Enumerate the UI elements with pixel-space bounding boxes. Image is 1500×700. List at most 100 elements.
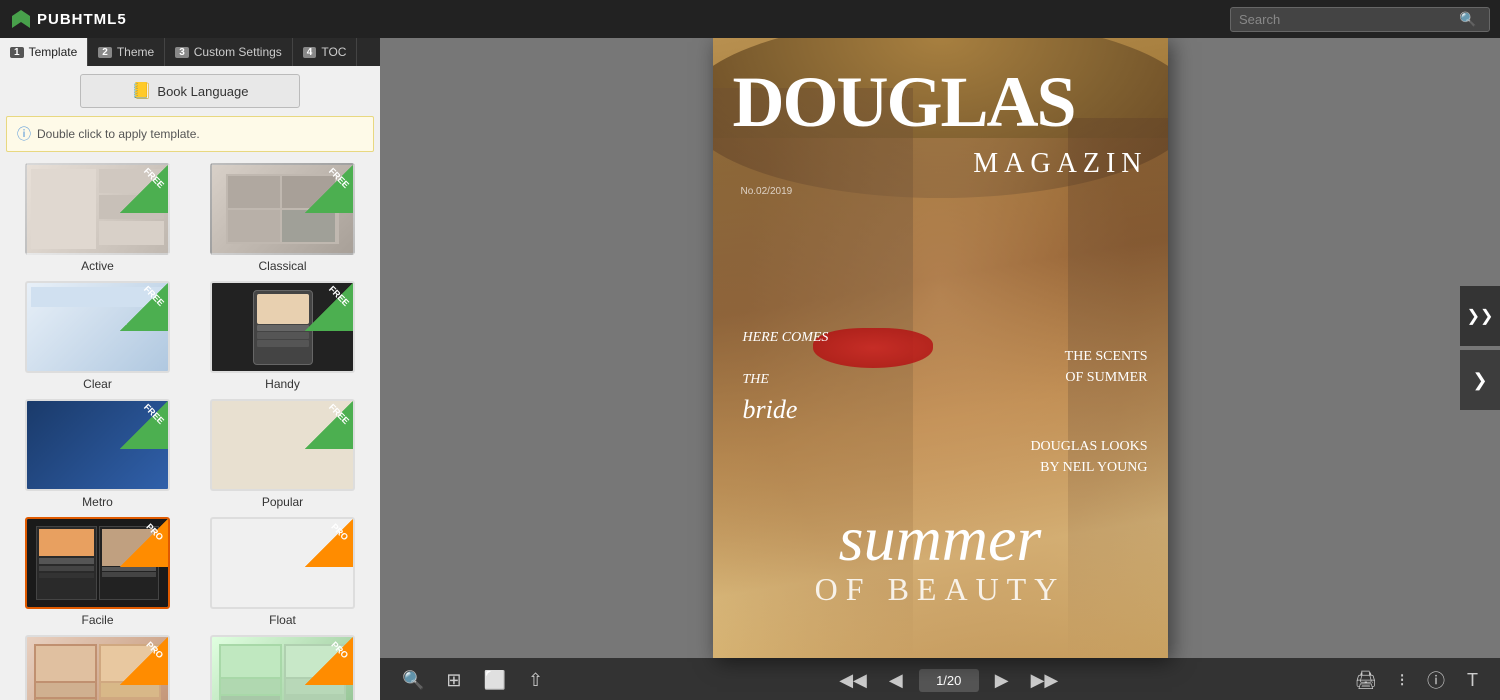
template-row2-left-thumb: PRO (25, 635, 170, 700)
badge-free-popular: FREE (305, 401, 353, 449)
template-handy-thumb: FREE (210, 281, 355, 373)
tab-3-label: Custom Settings (194, 45, 282, 59)
grid-icon: ⊞ (446, 670, 461, 691)
prev-page-button[interactable]: ◀ (883, 666, 909, 695)
logo-icon (10, 8, 32, 30)
first-page-button[interactable]: ◀◀ (833, 666, 873, 695)
main-layout: 1 Template 2 Theme 3 Custom Settings 4 T… (0, 38, 1500, 700)
topbar-left: PUBHTML5 (10, 8, 127, 30)
tab-template[interactable]: 1 Template (0, 38, 88, 66)
print-button[interactable]: 🖨 (1348, 666, 1383, 695)
template-facile-thumb: PRO (25, 517, 170, 609)
badge-free-handy: FREE (305, 283, 353, 331)
print-icon: 🖨 (1354, 670, 1377, 691)
template-classical-label: Classical (258, 259, 306, 273)
badge-free: FREE (120, 165, 168, 213)
side-nav: ❯❯ ❯ (1460, 286, 1500, 410)
fit-button[interactable]: ⬜ (478, 666, 512, 695)
info-bar: ⓘ Double click to apply template. (6, 116, 374, 152)
tab-bar: 1 Template 2 Theme 3 Custom Settings 4 T… (0, 38, 380, 66)
badge-pro-facile: PRO (120, 519, 168, 567)
template-active[interactable]: FREE Active (10, 163, 185, 273)
toolbar-left-group: 🔍 ⊞ ⬜ ⇧ (396, 666, 549, 695)
template-facile[interactable]: PRO Facile (10, 517, 185, 627)
tab-4-number: 4 (303, 47, 317, 58)
info-icon: ⓘ (17, 124, 31, 144)
cover-text1: HERE COMES THE bride (743, 328, 829, 428)
zoom-in-button[interactable]: 🔍 (396, 666, 430, 695)
search-icon[interactable]: 🔍 (1459, 11, 1476, 28)
badge-pro-row2r: PRO (305, 637, 353, 685)
template-clear-label: Clear (83, 377, 112, 391)
tab-toc[interactable]: 4 TOC (293, 38, 358, 66)
tab-2-number: 2 (98, 47, 112, 58)
badge-pro-float: PRO (305, 519, 353, 567)
toolbar-center-group: ◀◀ ◀ 1/20 ▶ ▶▶ (833, 666, 1064, 695)
cover-title-sub: MAGAZIN (973, 148, 1147, 180)
last-page-icon: ▶▶ (1031, 670, 1059, 691)
tab-theme[interactable]: 2 Theme (88, 38, 165, 66)
template-metro-thumb: FREE (25, 399, 170, 491)
template-metro[interactable]: FREE Metro (10, 399, 185, 509)
next-page-button[interactable]: ▶ (989, 666, 1015, 695)
text-icon: T (1467, 670, 1478, 691)
templates-grid: FREE Active (10, 163, 370, 700)
fullscreen-icon: ⁝ (1399, 670, 1405, 691)
badge-pro-row2l: PRO (120, 637, 168, 685)
cover-text3: DOUGLAS LOOKS BY NEIL YOUNG (1030, 436, 1147, 478)
zoom-in-icon: 🔍 (402, 670, 424, 691)
template-float[interactable]: PRO Float (195, 517, 370, 627)
toolbar-right-group: 🖨 ⁝ ⓘ T (1348, 663, 1484, 697)
templates-area: FREE Active (0, 158, 380, 700)
last-page-button[interactable]: ▶▶ (1025, 666, 1065, 695)
template-popular-label: Popular (262, 495, 303, 509)
badge-free-classical: FREE (305, 165, 353, 213)
page-indicator: 1/20 (919, 669, 979, 692)
template-float-label: Float (269, 613, 296, 627)
badge-free-metro: FREE (120, 401, 168, 449)
info-button[interactable]: ⓘ (1421, 663, 1451, 697)
tab-custom-settings[interactable]: 3 Custom Settings (165, 38, 293, 66)
book-icon: 📒 (131, 81, 151, 101)
share-icon: ⇧ (528, 670, 543, 691)
search-input[interactable] (1239, 12, 1459, 27)
template-active-thumb: FREE (25, 163, 170, 255)
bottom-toolbar: 🔍 ⊞ ⬜ ⇧ ◀◀ ◀ 1/20 (380, 658, 1500, 700)
cover-title-main: DOUGLAS (733, 66, 1075, 138)
template-row2-right-thumb: PRO (210, 635, 355, 700)
logo-text: PUBHTML5 (37, 11, 127, 28)
template-active-label: Active (81, 259, 114, 273)
template-handy[interactable]: FREE Handy (195, 281, 370, 391)
prev-page-icon: ◀ (889, 670, 903, 691)
template-row2-right[interactable]: PRO (195, 635, 370, 700)
tab-3-number: 3 (175, 47, 189, 58)
nav-next-button[interactable]: ❯ (1460, 350, 1500, 410)
preview-area: DOUGLAS MAGAZIN No.02/2019 THE SCENTS OF… (380, 38, 1500, 700)
template-classical[interactable]: FREE Classical (195, 163, 370, 273)
tab-2-label: Theme (117, 45, 154, 59)
template-clear[interactable]: FREE Clear (10, 281, 185, 391)
tab-1-number: 1 (10, 47, 24, 58)
template-row2-left[interactable]: PRO (10, 635, 185, 700)
search-box[interactable]: 🔍 (1230, 7, 1490, 32)
share-button[interactable]: ⇧ (522, 666, 549, 695)
magazine-cover: DOUGLAS MAGAZIN No.02/2019 THE SCENTS OF… (713, 38, 1168, 658)
nav-end-button[interactable]: ❯❯ (1460, 286, 1500, 346)
template-handy-label: Handy (265, 377, 300, 391)
tab-4-label: TOC (321, 45, 346, 59)
template-float-thumb: PRO (210, 517, 355, 609)
grid-view-button[interactable]: ⊞ (440, 666, 467, 695)
template-popular-thumb: FREE (210, 399, 355, 491)
badge-free-clear: FREE (120, 283, 168, 331)
template-facile-label: Facile (81, 613, 113, 627)
book-preview: DOUGLAS MAGAZIN No.02/2019 THE SCENTS OF… (380, 38, 1500, 658)
cover-text2: THE SCENTS OF SUMMER (1065, 346, 1148, 388)
book-language-button[interactable]: 📒 Book Language (80, 74, 300, 108)
logo: PUBHTML5 (10, 8, 127, 30)
fit-icon: ⬜ (484, 670, 506, 691)
fullscreen-button[interactable]: ⁝ (1393, 666, 1411, 695)
template-popular[interactable]: FREE Popular (195, 399, 370, 509)
text-button[interactable]: T (1461, 666, 1484, 695)
cover-summer: summer OF BEAUTY (733, 507, 1148, 608)
left-panel: 1 Template 2 Theme 3 Custom Settings 4 T… (0, 38, 380, 700)
